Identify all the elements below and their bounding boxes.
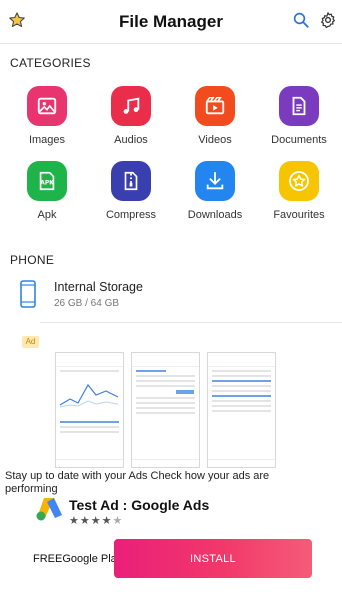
category-label: Images <box>28 134 66 146</box>
storage-name: Internal Storage <box>54 280 143 294</box>
page-title: File Manager <box>119 12 223 31</box>
category-downloads[interactable]: Downloads <box>173 161 257 221</box>
install-button[interactable]: INSTALL <box>114 539 312 578</box>
document-icon <box>279 86 319 126</box>
storage-size: 26 GB / 64 GB <box>54 298 120 309</box>
category-label: Compress <box>105 209 157 221</box>
ad-screenshot <box>207 352 276 468</box>
apk-icon: APK <box>27 161 67 201</box>
category-label: Documents <box>271 134 327 146</box>
app-header: File Manager <box>0 0 342 44</box>
star-circle-icon <box>279 161 319 201</box>
download-icon <box>195 161 235 201</box>
category-favourites[interactable]: Favourites <box>257 161 341 221</box>
rating-stars: ★★★★★ <box>69 514 123 527</box>
ad-screenshot <box>131 352 200 468</box>
category-images[interactable]: Images <box>5 86 89 146</box>
google-ads-logo <box>36 498 62 521</box>
category-label: Audios <box>114 134 148 146</box>
category-documents[interactable]: Documents <box>257 86 341 146</box>
ad-title: Test Ad : Google Ads <box>69 497 210 513</box>
category-label: Videos <box>198 134 232 146</box>
ad-screenshot <box>55 352 124 468</box>
category-label: Favourites <box>273 209 325 221</box>
clapperboard-icon <box>195 86 235 126</box>
price-store: FREEGoogle Play <box>33 553 123 565</box>
internal-storage-item[interactable]: Internal Storage 26 GB / 64 GB <box>0 276 342 324</box>
star-icon: ★ <box>79 515 91 527</box>
category-apk[interactable]: APK Apk <box>5 161 89 221</box>
star-icon: ★ <box>101 515 113 527</box>
category-videos[interactable]: Videos <box>173 86 257 146</box>
music-note-icon <box>111 86 151 126</box>
categories-heading: CATEGORIES <box>10 56 91 70</box>
zip-icon <box>111 161 151 201</box>
divider <box>40 322 342 323</box>
search-icon[interactable] <box>292 11 310 29</box>
ad-description: Stay up to date with your Ads Check how … <box>5 470 270 495</box>
ad-badge: Ad <box>22 336 39 348</box>
line-chart-thumbnail <box>59 383 119 408</box>
star-icon: ★ <box>69 515 80 527</box>
phone-icon <box>20 280 36 308</box>
category-audios[interactable]: Audios <box>89 86 173 146</box>
category-label: Downloads <box>187 209 243 221</box>
image-icon <box>27 86 67 126</box>
ad-screenshots[interactable] <box>55 352 281 470</box>
svg-text:APK: APK <box>40 180 54 187</box>
star-icon: ★ <box>90 515 102 527</box>
half-star-icon: ★ <box>112 515 124 527</box>
phone-heading: PHONE <box>10 253 55 267</box>
category-label: Apk <box>37 209 57 221</box>
category-compress[interactable]: Compress <box>89 161 173 221</box>
gear-icon[interactable] <box>319 11 337 29</box>
